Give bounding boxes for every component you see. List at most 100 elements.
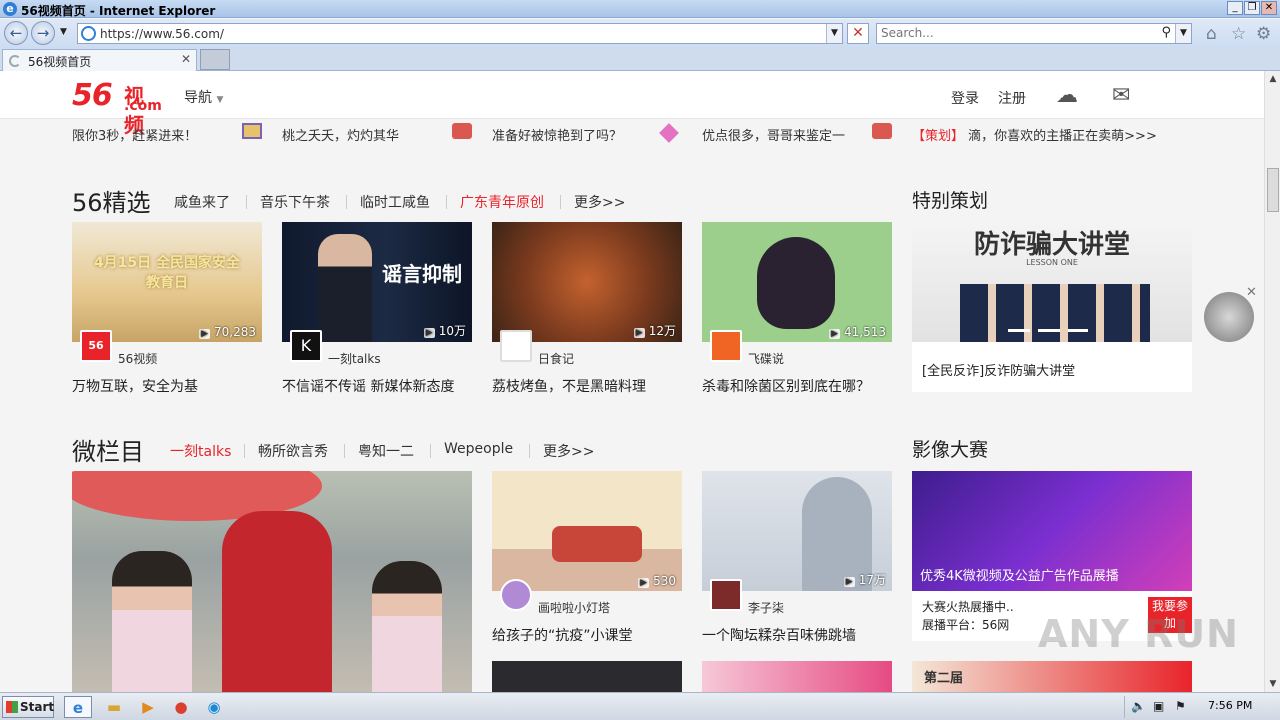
view-count: 70,283 <box>199 325 256 339</box>
ticker-item[interactable]: 优点很多，哥哥来鉴定一 <box>702 125 845 144</box>
featured-video-thumbnail[interactable] <box>72 471 472 692</box>
stop-button[interactable]: ✕ <box>847 23 869 44</box>
video-card[interactable]: 41,513 飞碟说 杀毒和除菌区别到底在哪？ <box>702 222 892 402</box>
carousel-dots[interactable] <box>1008 329 1088 332</box>
search-dropdown-icon[interactable]: ▼ <box>1175 24 1191 43</box>
search-icon[interactable]: ⚲ <box>1161 25 1171 40</box>
vertical-scrollbar[interactable]: ▲ ▼ <box>1264 71 1280 692</box>
video-card[interactable]: 4月15日 全民国家安全教育日 70,283 56 56视频 万物互联，安全为基 <box>72 222 262 402</box>
close-tab-icon[interactable]: ✕ <box>181 52 191 66</box>
avatar[interactable]: K <box>290 330 322 362</box>
special-title: 特别策划 <box>912 190 989 212</box>
action-flag-icon[interactable]: ⚑ <box>1175 699 1186 713</box>
author-name[interactable]: 56视频 <box>118 350 157 367</box>
video-thumbnail[interactable] <box>492 661 682 692</box>
network-icon[interactable]: ▣ <box>1153 699 1164 713</box>
author-name[interactable]: 画啦啦小灯塔 <box>538 599 610 616</box>
media-player-icon[interactable]: ▶ <box>134 696 162 718</box>
author-name[interactable]: 一刻talks <box>328 350 381 367</box>
section-tab[interactable]: 广东青年原创 <box>460 192 544 212</box>
avatar[interactable] <box>710 579 742 611</box>
search-box[interactable]: ⚲ ▼ <box>876 23 1192 44</box>
video-thumbnail[interactable]: 530 <box>492 471 682 591</box>
next-contest-banner[interactable]: 第二届 <box>912 661 1192 692</box>
video-title[interactable]: 荔枝烤鱼，不是黑暗料理 <box>492 376 646 396</box>
address-bar[interactable]: https://www.56.com/ ▼ <box>77 23 843 44</box>
avatar[interactable] <box>500 330 532 362</box>
volume-icon[interactable]: 🔈 <box>1131 699 1146 713</box>
search-input[interactable] <box>881 26 1151 40</box>
author-name[interactable]: 飞碟说 <box>748 350 784 367</box>
video-title[interactable]: 一个陶坛糅杂百味佛跳墙 <box>702 625 856 645</box>
edge-icon[interactable]: ◉ <box>200 696 228 718</box>
scroll-thumb[interactable] <box>1267 168 1279 212</box>
section-tab[interactable]: 一刻talks <box>170 441 231 461</box>
register-link[interactable]: 注册 <box>998 88 1026 108</box>
scroll-down-icon[interactable]: ▼ <box>1265 676 1280 692</box>
section-tab[interactable]: 音乐下午茶 <box>260 192 330 212</box>
ie-taskbar-icon[interactable]: e <box>64 696 92 718</box>
section-tab[interactable]: 粤知一二 <box>358 441 414 461</box>
forward-button[interactable]: → <box>31 21 55 45</box>
contest-banner-image[interactable]: 优秀4K微视频及公益广告作品展播 <box>912 471 1192 591</box>
section-tab[interactable]: Wepeople <box>444 441 513 457</box>
start-button[interactable]: Start <box>2 696 54 718</box>
video-thumbnail[interactable]: 12万 <box>492 222 682 342</box>
site-logo[interactable]: 56 视频 .com <box>72 78 162 137</box>
next-banner-text: 第二届 <box>924 671 964 686</box>
author-name[interactable]: 李子柒 <box>748 599 784 616</box>
avatar[interactable] <box>710 330 742 362</box>
address-dropdown-icon[interactable]: ▼ <box>826 24 842 43</box>
video-thumbnail[interactable]: 谣言抑制 10万 <box>282 222 472 342</box>
tab-56-home[interactable]: 56视频首页 ✕ <box>2 49 197 71</box>
history-dropdown-icon[interactable]: ▼ <box>60 27 67 37</box>
back-button[interactable]: ← <box>4 21 28 45</box>
ticker-item[interactable]: 桃之夭夭，灼灼其华 <box>282 125 399 144</box>
video-card[interactable]: 17万 李子柒 一个陶坛糅杂百味佛跳墙 <box>702 471 892 651</box>
author-name[interactable]: 日食记 <box>538 350 574 367</box>
clock[interactable]: 7:56 PM <box>1208 699 1252 712</box>
chrome-icon[interactable]: ● <box>167 696 195 718</box>
special-caption[interactable]: [全民反诈]反诈防骗大讲堂 <box>922 360 1075 379</box>
avatar[interactable] <box>500 579 532 611</box>
video-title[interactable]: 给孩子的“抗疫”小课堂 <box>492 625 633 645</box>
close-window-button[interactable]: ✕ <box>1261 1 1277 15</box>
restore-button[interactable]: ❐ <box>1244 1 1260 15</box>
new-tab-button[interactable] <box>200 49 230 70</box>
explorer-folder-icon[interactable]: ▬ <box>100 696 128 718</box>
video-thumbnail[interactable]: 41,513 <box>702 222 892 342</box>
avatar[interactable]: 56 <box>80 330 112 362</box>
login-link[interactable]: 登录 <box>951 88 979 108</box>
favorites-star-icon[interactable]: ☆ <box>1231 24 1246 44</box>
scroll-up-icon[interactable]: ▲ <box>1265 71 1280 87</box>
tools-gear-icon[interactable]: ⚙ <box>1256 24 1271 44</box>
section-tab[interactable]: 临时工咸鱼 <box>360 192 430 212</box>
ticker-item[interactable]: 限你3秒，赶紧进来！ <box>72 125 197 144</box>
taskbar: Start e ▬ ▶ ● ◉ 🔈 ▣ ⚑ 7:56 PM <box>0 692 1280 720</box>
view-count: 41,513 <box>829 325 886 339</box>
upload-cloud-icon[interactable]: ☁ <box>1056 83 1078 108</box>
close-float-icon[interactable]: ✕ <box>1246 285 1257 300</box>
home-icon[interactable]: ⌂ <box>1206 24 1217 44</box>
ticker-item[interactable]: 准备好被惊艳到了吗？ <box>492 125 622 144</box>
nav-menu[interactable]: 导航 ▼ <box>184 87 223 107</box>
url-text[interactable]: https://www.56.com/ <box>100 27 224 41</box>
special-banner-image[interactable]: 防诈骗大讲堂 LESSON ONE <box>912 222 1192 342</box>
more-link[interactable]: 更多>> <box>574 192 625 212</box>
section-tab[interactable]: 畅所欲言秀 <box>258 441 328 461</box>
video-card[interactable]: 12万 日食记 荔枝烤鱼，不是黑暗料理 <box>492 222 682 402</box>
section-tab[interactable]: 咸鱼来了 <box>174 192 230 212</box>
more-link[interactable]: 更多>> <box>543 441 594 461</box>
message-envelope-icon[interactable]: ✉ <box>1112 83 1130 108</box>
special-banner-card[interactable]: 防诈骗大讲堂 LESSON ONE [全民反诈]反诈防骗大讲堂 <box>912 222 1192 392</box>
video-card[interactable]: 谣言抑制 10万 K 一刻talks 不信谣不传谣 新媒体新态度 <box>282 222 472 402</box>
video-title[interactable]: 杀毒和除菌区别到底在哪？ <box>702 376 870 396</box>
video-thumbnail[interactable] <box>702 661 892 692</box>
video-thumbnail[interactable]: 17万 <box>702 471 892 591</box>
video-card[interactable]: 530 画啦啦小灯塔 给孩子的“抗疫”小课堂 <box>492 471 682 651</box>
ticker-item[interactable]: 【策划】 滴，你喜欢的主播正在卖萌>>> <box>912 125 1157 144</box>
video-title[interactable]: 不信谣不传谣 新媒体新态度 <box>282 376 454 396</box>
video-title[interactable]: 万物互联，安全为基 <box>72 376 198 396</box>
video-thumbnail[interactable]: 4月15日 全民国家安全教育日 70,283 <box>72 222 262 342</box>
minimize-button[interactable]: _ <box>1227 1 1243 15</box>
